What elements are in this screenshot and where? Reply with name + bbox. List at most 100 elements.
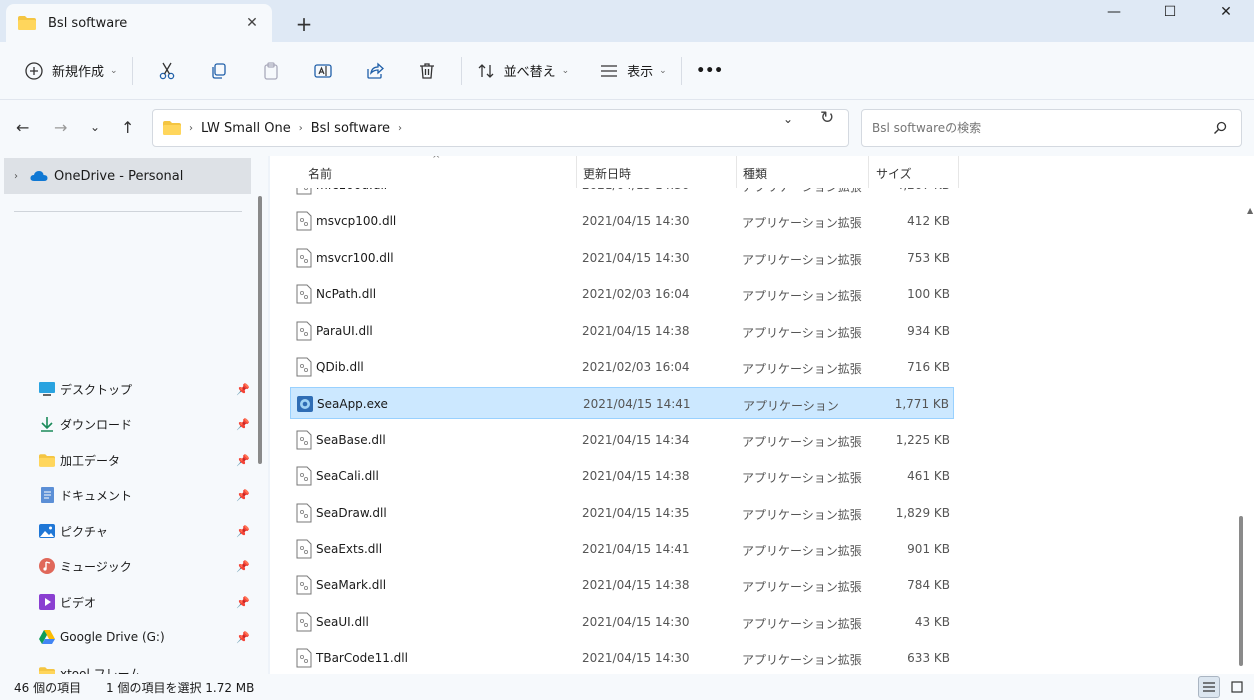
forward-arrow-icon[interactable]: → xyxy=(54,118,67,137)
pin-icon[interactable]: 📌 xyxy=(236,560,250,573)
sidebar-scrollbar[interactable] xyxy=(258,196,262,464)
pin-icon[interactable]: 📌 xyxy=(236,596,250,609)
file-name: msvcr100.dll xyxy=(316,250,394,265)
address-history-chevron-icon[interactable]: ⌄ xyxy=(783,112,793,126)
sidebar-item-onedrive[interactable]: › OneDrive - Personal xyxy=(4,158,251,194)
folder-icon xyxy=(163,121,181,135)
pin-icon[interactable]: 📌 xyxy=(236,454,250,467)
search-input[interactable] xyxy=(872,121,1192,135)
file-size: 901 KB xyxy=(907,542,950,556)
desktop-icon xyxy=(38,380,56,398)
details-view-icon[interactable] xyxy=(1198,676,1220,698)
new-button[interactable]: 新規作成 ⌄ xyxy=(18,53,124,89)
maximize-button[interactable]: ☐ xyxy=(1142,0,1198,24)
file-size: 1,771 KB xyxy=(894,397,949,412)
view-button[interactable]: 表示 ⌄ xyxy=(593,53,673,89)
scroll-up-arrow-icon[interactable]: ▲ xyxy=(1247,206,1253,215)
sidebar-item-google-drive[interactable]: Google Drive (G:) 📌 xyxy=(38,625,250,649)
file-list-scrollbar[interactable] xyxy=(1239,516,1243,666)
google-drive-icon xyxy=(38,628,56,646)
file-row[interactable]: QDib.dll 2021/02/03 16:04 アプリケーション拡張 716 KB xyxy=(290,351,954,383)
sort-button[interactable]: 並べ替え ⌄ xyxy=(470,53,576,89)
file-row[interactable]: msvcr100.dll 2021/04/15 14:30 アプリケーション拡張 75… xyxy=(290,242,954,274)
file-row[interactable]: NcPath.dll 2021/02/03 16:04 アプリケーション拡張 100 … xyxy=(290,278,954,310)
file-row[interactable]: SeaBase.dll 2021/04/15 14:34 アプリケーション拡張 1,2… xyxy=(290,424,954,456)
new-tab-button[interactable]: + xyxy=(292,12,316,36)
file-size: 934 KB xyxy=(907,323,950,338)
sidebar-item-xtool[interactable]: xtool フレーム xyxy=(38,661,250,674)
close-tab-icon[interactable]: ✕ xyxy=(244,15,260,31)
refresh-icon[interactable]: ↻ xyxy=(820,108,834,128)
column-header-name[interactable]: 名前 xyxy=(308,165,332,182)
dll-file-icon xyxy=(296,575,312,595)
close-window-button[interactable]: ✕ xyxy=(1198,0,1254,24)
search-icon[interactable] xyxy=(1213,121,1227,135)
pin-icon[interactable]: 📌 xyxy=(236,631,250,644)
file-type: アプリケーション拡張 xyxy=(742,471,862,486)
pin-icon[interactable]: 📌 xyxy=(236,489,250,502)
sidebar-item-downloads[interactable]: ダウンロード 📌 xyxy=(38,412,250,436)
file-type: アプリケーション拡張 xyxy=(742,325,862,340)
breadcrumb-separator-icon[interactable]: › xyxy=(299,123,303,134)
file-row[interactable]: SeaUI.dll 2021/04/15 14:30 アプリケーション拡張 43 KB xyxy=(290,606,954,638)
folder-icon xyxy=(38,664,56,674)
column-divider[interactable] xyxy=(576,156,577,188)
file-type: アプリケーション拡張 xyxy=(742,289,862,304)
download-icon xyxy=(38,415,56,433)
application-icon xyxy=(297,396,313,413)
column-divider[interactable] xyxy=(736,156,737,188)
sidebar-item-pictures[interactable]: ピクチャ 📌 xyxy=(38,519,250,543)
sidebar-item-music[interactable]: ミュージック 📌 xyxy=(38,554,250,578)
file-row[interactable]: SeaApp.exe 2021/04/15 14:41 アプリケーション 1,771 … xyxy=(290,387,954,420)
expand-chevron-icon[interactable]: › xyxy=(14,171,18,182)
file-type: アプリケーション拡張 xyxy=(742,216,862,231)
copy-button[interactable] xyxy=(193,53,245,89)
sidebar-item-videos[interactable]: ビデオ 📌 xyxy=(38,590,250,614)
sidebar-item-documents[interactable]: ドキュメント 📌 xyxy=(38,483,250,507)
file-type: アプリケーション拡張 xyxy=(742,580,862,595)
column-header-type[interactable]: 種類 xyxy=(743,165,767,182)
sidebar-item-desktop[interactable]: デスクトップ 📌 xyxy=(38,377,250,401)
pin-icon[interactable]: 📌 xyxy=(236,383,250,396)
breadcrumb-separator-icon[interactable]: › xyxy=(189,123,193,134)
column-divider[interactable] xyxy=(868,156,869,188)
pin-icon[interactable]: 📌 xyxy=(236,418,250,431)
tab-bsl-software[interactable]: Bsl software ✕ xyxy=(6,4,272,42)
address-bar[interactable]: › LW Small One › Bsl software › xyxy=(152,109,849,147)
minimize-button[interactable]: — xyxy=(1086,0,1142,24)
pin-icon[interactable]: 📌 xyxy=(236,525,250,538)
paste-button[interactable] xyxy=(245,53,297,89)
rename-button[interactable] xyxy=(297,53,349,89)
column-header-date[interactable]: 更新日時 xyxy=(583,165,631,182)
file-date: 2021/02/03 16:04 xyxy=(582,287,690,302)
more-options-button[interactable]: ••• xyxy=(690,53,730,89)
file-date: 2021/04/15 14:41 xyxy=(582,542,690,556)
search-box[interactable] xyxy=(861,109,1242,147)
recent-chevron-icon[interactable]: ⌄ xyxy=(90,120,100,134)
up-arrow-icon[interactable]: ↑ xyxy=(121,118,134,137)
sidebar-item-kakou-data[interactable]: 加工データ 📌 xyxy=(38,448,250,472)
file-row[interactable]: ParaUI.dll 2021/04/15 14:38 アプリケーション拡張 934 … xyxy=(290,315,954,347)
file-date: 2021/04/15 14:35 xyxy=(582,505,690,520)
tiles-view-icon[interactable] xyxy=(1226,676,1248,698)
file-date: 2021/04/15 14:34 xyxy=(582,432,690,447)
delete-button[interactable] xyxy=(401,53,453,89)
sidebar-item-label: Google Drive (G:) xyxy=(60,630,165,644)
breadcrumb-lw-small-one[interactable]: LW Small One xyxy=(201,121,291,136)
file-row[interactable]: msvcp100.dll 2021/04/15 14:30 アプリケーション拡張 41… xyxy=(290,205,954,237)
file-row[interactable]: SeaCali.dll 2021/04/15 14:38 アプリケーション拡張 461… xyxy=(290,460,954,492)
column-divider[interactable] xyxy=(958,156,959,188)
file-type: アプリケーション拡張 xyxy=(742,434,862,449)
trash-icon xyxy=(419,62,434,79)
breadcrumb-separator-icon[interactable]: › xyxy=(398,123,402,134)
share-button[interactable] xyxy=(349,53,401,89)
divider xyxy=(460,56,462,85)
file-row[interactable]: SeaMark.dll 2021/04/15 14:38 アプリケーション拡張 784… xyxy=(290,569,954,601)
file-row[interactable]: SeaExts.dll 2021/04/15 14:41 アプリケーション拡張 901… xyxy=(290,533,954,565)
breadcrumb-bsl-software[interactable]: Bsl software xyxy=(311,121,390,136)
file-row[interactable]: TBarCode11.dll 2021/04/15 14:30 アプリケーション拡張… xyxy=(290,642,954,674)
file-row[interactable]: SeaDraw.dll 2021/04/15 14:35 アプリケーション拡張 1,8… xyxy=(290,497,954,529)
column-header-size[interactable]: サイズ xyxy=(876,165,912,182)
back-arrow-icon[interactable]: ← xyxy=(16,118,29,137)
cut-button[interactable] xyxy=(141,53,193,89)
